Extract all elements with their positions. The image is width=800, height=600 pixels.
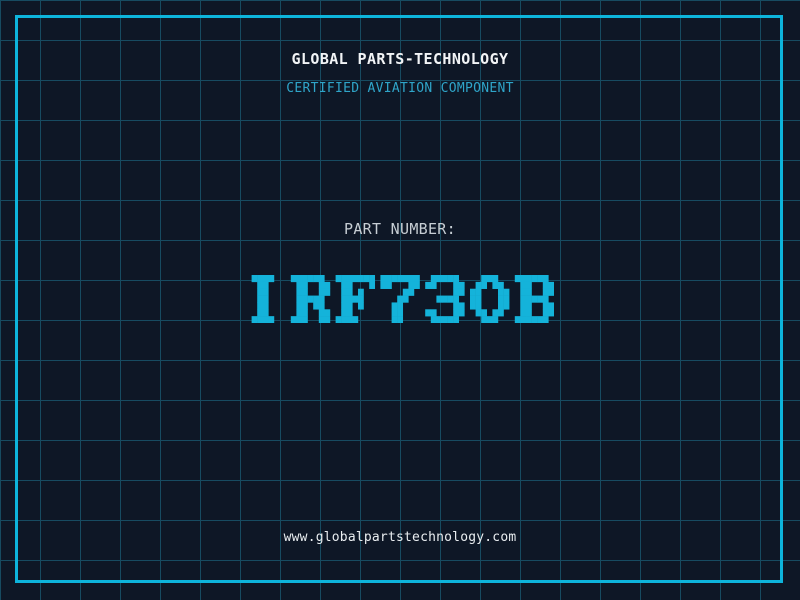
certification-subtitle: CERTIFIED AVIATION COMPONENT — [0, 81, 800, 96]
website-url: www.globalpartstechnology.com — [0, 530, 800, 545]
company-name: GLOBAL PARTS-TECHNOLOGY — [0, 50, 800, 68]
part-number-label: PART NUMBER: — [0, 220, 800, 238]
certificate-page: GLOBAL PARTS-TECHNOLOGY CERTIFIED AVIATI… — [0, 0, 800, 600]
part-number-value — [0, 275, 800, 323]
